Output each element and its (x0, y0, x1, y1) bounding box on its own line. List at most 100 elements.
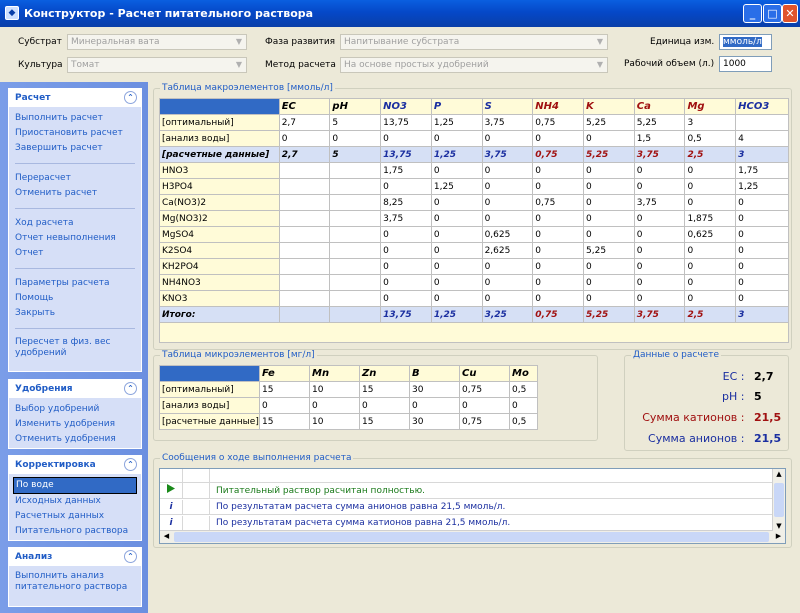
table-cell[interactable]: 5,25 (633, 114, 686, 131)
table-cell[interactable]: 0 (380, 130, 432, 147)
sidebar-item-run[interactable]: Выполнить расчет (9, 111, 141, 126)
app-icon[interactable]: ◆ (5, 6, 19, 20)
table-row[interactable]: Ca(NO3)2 8,25 0 0 0,75 0 3,75 0 0 (159, 194, 789, 211)
table-cell[interactable]: 0,625 (481, 226, 534, 243)
table-cell[interactable] (278, 162, 331, 179)
table-cell[interactable]: 13,75 (380, 114, 432, 131)
table-cell[interactable]: 0 (633, 290, 686, 307)
column-header[interactable]: Mo (509, 365, 538, 382)
sidebar-item-physweight[interactable]: Пересчет в физ. вес удобрений (9, 336, 141, 360)
table-cell[interactable]: 15 (359, 413, 410, 430)
table-cell[interactable]: 2,5 (684, 146, 737, 163)
calc-section-header[interactable]: Расчет ⌃ (9, 89, 141, 107)
table-cell[interactable]: 0 (380, 178, 432, 195)
table-cell[interactable]: 0 (735, 194, 789, 211)
table-row[interactable]: [расчетные данные] 15 10 15 30 0,75 0,5 (159, 413, 538, 430)
table-row[interactable]: [анализ воды] 0 0 0 0 0 0 (159, 397, 538, 414)
table-cell[interactable]: 0 (380, 274, 432, 291)
message-row[interactable]: Питательный раствор расчитан полностью. (160, 484, 785, 499)
table-cell[interactable]: 0 (430, 274, 483, 291)
column-header[interactable]: Cu (459, 365, 510, 382)
column-header[interactable]: EC (278, 98, 331, 115)
table-cell[interactable]: 1,25 (735, 178, 789, 195)
table-cell[interactable]: 0 (735, 210, 789, 227)
culture-select[interactable]: Томат ▼ (67, 57, 247, 73)
sidebar-item-params[interactable]: Параметры расчета (9, 276, 141, 291)
table-cell[interactable]: 0 (481, 210, 534, 227)
scrollbar-thumb[interactable] (174, 532, 769, 542)
horizontal-scrollbar[interactable]: ◀ ▶ (160, 530, 785, 543)
table-cell[interactable]: 1,875 (684, 210, 737, 227)
table-cell[interactable]: 0 (329, 130, 382, 147)
table-cell[interactable]: 0 (583, 274, 635, 291)
chevron-up-icon[interactable]: ⌃ (124, 458, 137, 471)
table-cell[interactable] (278, 258, 331, 275)
message-row[interactable]: i По результатам расчета сумма анионов р… (160, 500, 785, 515)
table-cell[interactable]: 0 (684, 194, 737, 211)
table-cell[interactable] (278, 194, 331, 211)
sidebar-item-run-analysis[interactable]: Выполнить анализ питательного раствора (9, 570, 141, 594)
table-cell[interactable]: 0 (684, 242, 737, 259)
sidebar-item-fail-report[interactable]: Отчет невыполнения (9, 231, 141, 246)
scroll-right-icon[interactable]: ▶ (773, 532, 784, 542)
table-cell[interactable]: 3 (735, 306, 789, 323)
minimize-button[interactable]: _ (743, 4, 762, 23)
chevron-up-icon[interactable]: ⌃ (124, 382, 137, 395)
table-cell[interactable]: 0 (684, 274, 737, 291)
table-cell[interactable]: 0 (430, 242, 483, 259)
table-cell[interactable]: 0 (430, 258, 483, 275)
table-cell[interactable]: 3,75 (380, 210, 432, 227)
scroll-up-icon[interactable]: ▲ (774, 470, 784, 478)
table-cell[interactable]: 1,25 (430, 146, 483, 163)
table-cell[interactable] (278, 226, 331, 243)
table-cell[interactable]: 3,75 (633, 306, 686, 323)
table-cell[interactable]: 0 (633, 210, 686, 227)
sidebar-item-report[interactable]: Отчет (9, 246, 141, 261)
table-cell[interactable]: 0 (684, 162, 737, 179)
table-cell[interactable]: 0 (259, 397, 310, 414)
column-header[interactable]: K (583, 98, 635, 115)
corr-section-header[interactable]: Корректировка ⌃ (9, 456, 141, 474)
table-cell[interactable]: 1,5 (633, 130, 686, 147)
table-cell[interactable]: 15 (259, 381, 310, 398)
chevron-up-icon[interactable]: ⌃ (124, 91, 137, 104)
table-cell[interactable]: 0 (633, 178, 686, 195)
table-cell[interactable]: 0 (532, 178, 585, 195)
table-row[interactable]: [анализ воды] 0 0 0 0 0 0 0 1,5 0,5 4 (159, 130, 789, 147)
column-header[interactable]: HCO3 (735, 98, 789, 115)
table-cell[interactable] (329, 226, 382, 243)
table-cell[interactable] (278, 242, 331, 259)
table-cell[interactable] (329, 194, 382, 211)
table-row[interactable]: KH2PO4 0 0 0 0 0 0 0 0 (159, 258, 789, 275)
table-cell[interactable]: 15 (259, 413, 310, 430)
table-cell[interactable]: 0,5 (509, 381, 538, 398)
table-cell[interactable]: 0 (380, 290, 432, 307)
table-cell[interactable] (329, 274, 382, 291)
sidebar-item-select-fert[interactable]: Выбор удобрений (9, 402, 141, 417)
table-cell[interactable]: 10 (309, 413, 360, 430)
table-row[interactable]: [оптимальный] 15 10 15 30 0,75 0,5 (159, 381, 538, 398)
table-cell[interactable] (329, 162, 382, 179)
maximize-button[interactable]: □ (763, 4, 782, 23)
column-header[interactable]: pH (329, 98, 382, 115)
table-cell[interactable]: 0 (633, 242, 686, 259)
table-cell[interactable]: 0 (583, 290, 635, 307)
table-cell[interactable]: 0 (532, 290, 585, 307)
table-row[interactable]: H3PO4 0 1,25 0 0 0 0 0 1,25 (159, 178, 789, 195)
table-cell[interactable]: 5,25 (583, 114, 635, 131)
table-cell[interactable]: 2,5 (684, 306, 737, 323)
sidebar-item-source-data[interactable]: Исходных данных (9, 494, 141, 509)
table-cell[interactable]: 30 (409, 413, 460, 430)
table-cell[interactable]: 0 (278, 130, 331, 147)
table-row[interactable]: NH4NO3 0 0 0 0 0 0 0 0 (159, 274, 789, 291)
scroll-down-icon[interactable]: ▼ (774, 522, 784, 530)
table-cell[interactable]: 0 (309, 397, 360, 414)
table-cell[interactable]: 2,625 (481, 242, 534, 259)
table-row[interactable]: [оптимальный] 2,7 5 13,75 1,25 3,75 0,75 5,25 5,… (159, 114, 789, 131)
table-cell[interactable]: 0,75 (532, 146, 585, 163)
table-cell[interactable]: 0 (481, 258, 534, 275)
table-cell[interactable]: 0,75 (459, 413, 510, 430)
table-cell[interactable] (329, 242, 382, 259)
sidebar-item-close[interactable]: Закрыть (9, 306, 141, 321)
table-cell[interactable]: 0 (532, 274, 585, 291)
